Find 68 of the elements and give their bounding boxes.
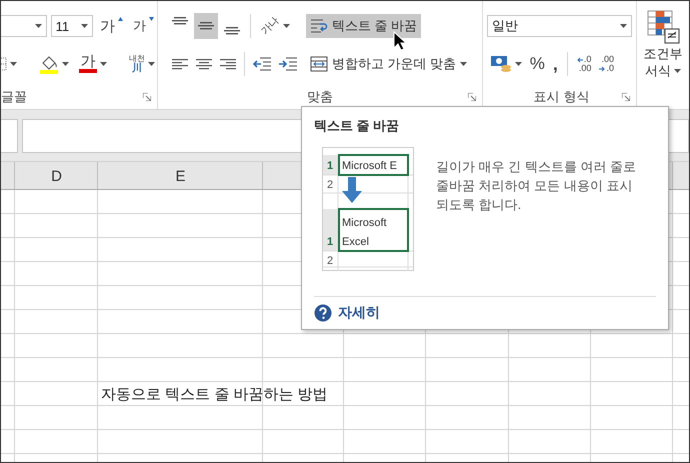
dialog-launcher-icon[interactable] [468,93,476,101]
caret-icon [283,24,290,28]
caret-icon [10,62,17,66]
shrink-font-button[interactable]: 가 [130,15,157,37]
merge-cells-icon [310,56,328,72]
caret-icon [62,62,69,66]
grow-font-button[interactable]: 가 [97,14,126,38]
borders-icon [1,56,7,72]
phonetic-guide-button[interactable]: 내천 川 [126,52,158,76]
bottom-align-icon [224,27,240,35]
right-align-icon [219,57,237,71]
caret-icon [148,62,155,66]
down-caret-icon [149,17,154,21]
column-header[interactable]: D [15,162,98,190]
tooltip-description: 길이가 매우 긴 텍스트를 여러 줄로 줄바꿈 처리하여 모든 내용이 표시되도록 합니다. [436,158,638,214]
number-format-field[interactable]: 일반 [486,15,632,37]
caret-icon [460,62,468,66]
orientation-button[interactable]: 가나 [257,17,293,35]
conditional-formatting-button[interactable]: 조건부 서식 [644,9,683,79]
font-size-field[interactable]: 11 [50,15,93,37]
row-number: 1 [327,236,334,248]
conditional-formatting-icon [646,9,680,45]
row-number: 1 [327,160,334,172]
more-info-link[interactable]: 자세히 [338,304,380,322]
group-label: 맞춤 [306,88,333,106]
decrease-indent-icon [252,56,272,72]
caret-icon [100,62,107,66]
dialog-launcher-icon[interactable] [622,93,630,101]
row-number: 2 [327,255,334,267]
wrap-text-button[interactable]: 텍스트 줄 바꿈 [306,14,422,38]
caret-icon [514,62,522,66]
center-align-icon [195,57,213,71]
cell-text: 자동으로 텍스트 줄 바꿈하는 방법 [100,384,329,404]
help-icon [314,304,332,322]
font-name-field[interactable] [1,15,47,37]
comma-style-button[interactable]: , [550,52,561,76]
cell-text: Microsoft E [342,160,398,172]
caret-icon [34,24,42,28]
color-bar-icon [79,69,97,73]
right-arrow-icon [599,66,606,72]
column-header[interactable]: E [98,162,263,190]
left-arrow-icon [576,56,583,62]
middle-align-icon [198,22,214,30]
tooltip-title: 텍스트 줄 바꿈 [314,117,400,135]
font-color-button[interactable]: 가 [76,53,110,75]
up-caret-icon [118,16,123,20]
merge-center-button[interactable]: 병합하고 가운데 맞춤 [306,52,472,76]
left-align-icon [171,57,189,71]
money-icon [490,54,512,74]
increase-decimal-button[interactable]: .0 .00 [574,53,594,75]
wrap-text-icon [310,18,328,34]
top-align-icon [172,17,188,25]
mouse-pointer-icon [393,31,407,51]
cell-text: Microsoft [342,217,387,229]
group-label: 글꼴 [1,88,27,106]
dialog-launcher-icon[interactable] [143,93,151,101]
group-label: 표시 형식 [534,88,590,106]
decrease-decimal-button[interactable]: .00 .0 [596,53,617,75]
row-number: 2 [327,179,334,191]
fill-color-icon [39,54,59,74]
caret-icon [81,24,88,28]
caret-icon [620,24,627,28]
caret-icon [674,68,682,72]
down-arrow-icon [342,177,362,203]
increase-indent-icon [278,56,298,72]
percent-button[interactable]: % [526,52,548,76]
cell-text: Excel [342,236,369,248]
middle-align-button[interactable] [194,13,218,39]
